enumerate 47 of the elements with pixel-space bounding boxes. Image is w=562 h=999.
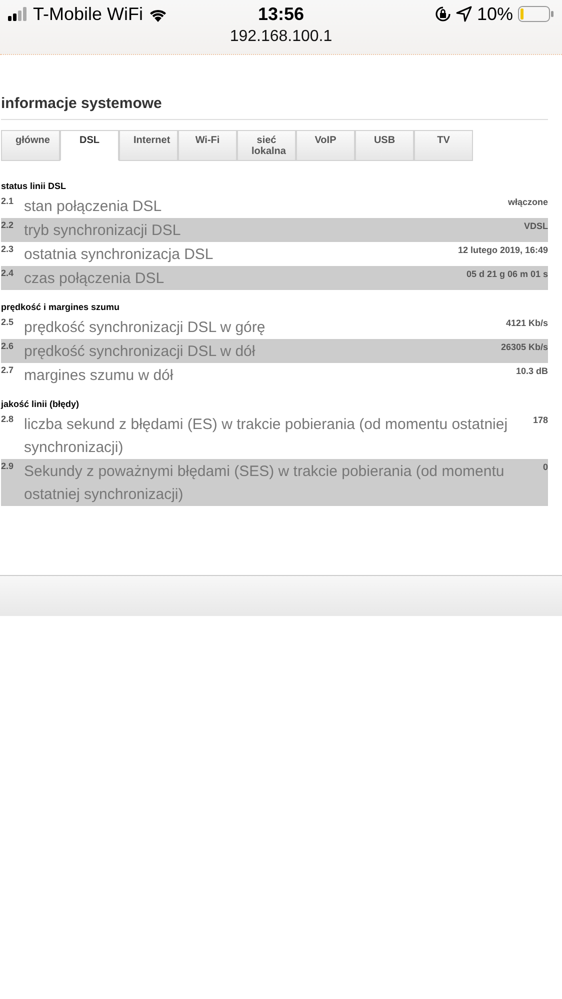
row-value: 4121 Kb/s — [504, 317, 548, 328]
row-number: 2.9 — [1, 460, 15, 471]
row-label: margines szumu w dół — [24, 366, 174, 386]
row-number: 2.1 — [1, 195, 15, 206]
row-value: 12 lutego 2019, 16:49 — [456, 244, 548, 255]
row-label: tryb synchronizacji DSL — [24, 221, 182, 241]
row-number: 2.5 — [1, 316, 15, 327]
tab[interactable]: Wi-Fi — [178, 130, 237, 161]
url-text[interactable]: 192.168.100.1 — [0, 28, 562, 46]
row-label: Sekundy z poważnymi błędami (SES) w trakcie pobierania (od momentu ostatniej synchronizacji) — [24, 462, 506, 505]
clock-time: 13:56 — [258, 4, 304, 24]
tab[interactable]: DSL — [60, 130, 119, 161]
row-label: stan połączenia DSL — [24, 197, 163, 217]
row-number: 2.6 — [1, 340, 15, 351]
row-label: liczba sekund z błędami (ES) w trakcie pobierania (od momentu ostatniej synchronizacji) — [24, 415, 509, 458]
battery-icon — [518, 6, 554, 22]
tab[interactable]: Internet — [119, 130, 178, 161]
rotation-lock-icon — [434, 6, 451, 22]
signal-icon — [8, 7, 28, 21]
tab[interactable]: VoIP — [296, 130, 355, 161]
row-value: VDSL — [522, 220, 548, 231]
section-heading: jakość linii (błędy) — [1, 399, 80, 409]
row-value: włączone — [506, 196, 548, 207]
row-value: 0 — [542, 461, 548, 472]
row-value: 05 d 21 g 06 m 01 s — [465, 268, 548, 279]
row-number: 2.3 — [1, 243, 15, 254]
row-number: 2.7 — [1, 364, 15, 375]
tab[interactable]: TV — [414, 130, 473, 161]
row-number: 2.2 — [1, 219, 15, 230]
row-label: czas połączenia DSL — [24, 269, 166, 289]
carrier-name: T-Mobile WiFi — [33, 4, 144, 24]
tab[interactable]: USB — [355, 130, 414, 161]
tab[interactable]: główne — [1, 130, 60, 161]
row-label: ostatnia synchronizacja DSL — [24, 245, 214, 265]
row-number: 2.4 — [1, 267, 15, 278]
row-value: 26305 Kb/s — [500, 341, 548, 352]
row-value: 178 — [532, 414, 548, 425]
section-heading: prędkość i margines szumu — [1, 302, 121, 312]
row-label: prędkość synchronizacji DSL w dół — [24, 342, 256, 362]
page-title: informacje systemowe — [1, 95, 548, 120]
location-arrow-icon — [456, 6, 472, 22]
row-number: 2.8 — [1, 413, 15, 424]
battery-percent: 10% — [476, 4, 514, 24]
row-label: prędkość synchronizacji DSL w górę — [24, 318, 266, 338]
row-value: 10.3 dB — [514, 365, 548, 376]
section-heading: status linii DSL — [1, 181, 68, 191]
tab[interactable]: sieć lokalna — [237, 130, 296, 161]
